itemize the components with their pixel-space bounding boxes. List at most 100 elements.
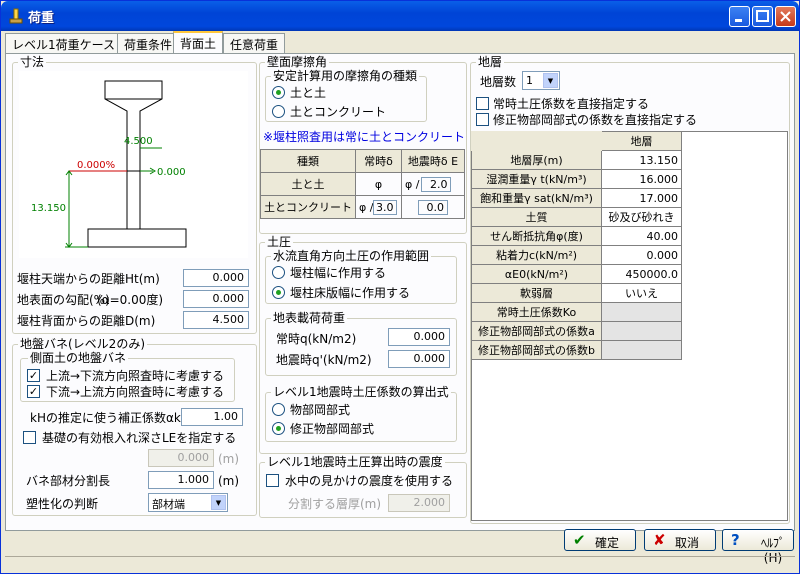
le-checkbox-label: 基礎の有効根入れ深さLEを指定する bbox=[42, 431, 237, 445]
title-bar[interactable]: 荷重 bbox=[1, 1, 799, 31]
strata-row-value[interactable]: 16.000 bbox=[601, 169, 682, 189]
ok-button[interactable]: ✔ 確定 bbox=[564, 529, 636, 551]
friction-row2-quake: 0.0 bbox=[401, 195, 465, 219]
slope-input[interactable]: 0.000 bbox=[183, 290, 249, 308]
soil-soil-radio[interactable] bbox=[272, 86, 285, 99]
friction-row1-normal: φ bbox=[355, 172, 402, 196]
strata-count-value: 1 bbox=[526, 74, 533, 87]
downstream-label: 下流→上流方向照査時に考慮する bbox=[46, 385, 225, 399]
strata-row: 土質 砂及び砂れき bbox=[471, 207, 682, 227]
strata-row-label: せん断抵抗角φ(度) bbox=[471, 226, 602, 246]
strata-row-value[interactable]: 0.000 bbox=[601, 245, 682, 265]
q-label: 常時q(kN/m2) bbox=[276, 332, 357, 346]
width-dimension-label: 4.500 bbox=[124, 136, 153, 147]
strata-count-select[interactable]: 1 ▼ bbox=[522, 71, 560, 90]
strata-row: 粘着力c(kN/m²) 0.000 bbox=[471, 245, 682, 265]
mononobe-radio[interactable] bbox=[272, 403, 285, 416]
strata-row-value[interactable]: 砂及び砂れき bbox=[601, 207, 682, 227]
strata-row-label: 軟弱層 bbox=[471, 283, 602, 303]
height-dimension-label: 13.150 bbox=[31, 203, 66, 214]
friction-row2-normal-prefix: φ / bbox=[359, 200, 374, 214]
mononobe-label: 物部岡部式 bbox=[290, 403, 351, 417]
soil-concrete-radio[interactable] bbox=[272, 105, 285, 118]
friction-header-quake: 地震時δ E bbox=[401, 149, 465, 173]
modified-mononobe-radio[interactable] bbox=[272, 422, 285, 435]
pressure-group-label: 土圧 bbox=[265, 235, 294, 249]
plastic-label: 塑性化の判断 bbox=[26, 497, 99, 511]
apparent-seismic-checkbox[interactable] bbox=[266, 474, 279, 487]
strata-column-header: 地層 bbox=[601, 131, 682, 151]
plastic-select[interactable]: 部材端 ▼ bbox=[148, 493, 228, 512]
strata-row-value[interactable]: 13.150 bbox=[601, 150, 682, 170]
strata-row-value[interactable]: いいえ bbox=[601, 283, 682, 303]
friction-row1-quake-prefix: φ / bbox=[405, 177, 420, 191]
pillar-width-radio[interactable] bbox=[272, 266, 285, 279]
le-checkbox[interactable] bbox=[23, 431, 36, 444]
strata-row-value[interactable]: 40.00 bbox=[601, 226, 682, 246]
strata-corner-cell bbox=[471, 131, 602, 151]
strata-row-value[interactable] bbox=[601, 340, 682, 360]
chevron-down-icon[interactable]: ▼ bbox=[211, 495, 226, 510]
chevron-down-icon[interactable]: ▼ bbox=[543, 73, 558, 88]
slab-width-label: 堰柱床版幅に作用する bbox=[290, 286, 411, 300]
layer-input[interactable]: 2.000 bbox=[388, 494, 450, 512]
slab-width-radio[interactable] bbox=[272, 286, 285, 299]
q-input[interactable]: 0.000 bbox=[388, 328, 450, 346]
strata-row-value[interactable]: 17.000 bbox=[601, 188, 682, 208]
maximize-icon bbox=[756, 10, 769, 22]
help-icon: ? bbox=[731, 531, 740, 549]
strata-row-label: 地層厚(m) bbox=[471, 150, 602, 170]
ht-input[interactable]: 0.000 bbox=[183, 269, 249, 287]
status-bar bbox=[5, 556, 795, 572]
cancel-button-label: 取消 bbox=[675, 536, 700, 550]
le-unit: (m) bbox=[218, 452, 240, 466]
strata-table: 地層 地層厚(m) 13.150 湿潤重量γ t(kN/m³) 16.000 飽和重量γ… bbox=[471, 131, 682, 360]
tab-panel: 寸法 4.500 0.000% 0.000 13.150 堰柱天端からの距離Ht… bbox=[5, 53, 795, 531]
friction-row1-quake: φ /2.0 bbox=[401, 172, 465, 196]
strata-row: 湿潤重量γ t(kN/m³) 16.000 bbox=[471, 169, 682, 189]
cancel-button[interactable]: ✘ 取消 bbox=[644, 529, 716, 551]
cancel-icon: ✘ bbox=[653, 531, 666, 549]
d-input[interactable]: 4.500 bbox=[183, 311, 249, 329]
slope-dimension-label: 0.000% bbox=[77, 160, 115, 171]
friction-header-type: 種類 bbox=[260, 149, 356, 173]
dimensions-group-label: 寸法 bbox=[18, 55, 47, 69]
qe-input[interactable]: 0.000 bbox=[388, 350, 450, 368]
seismic-group-label: レベル1地震時土圧算出時の震度 bbox=[265, 455, 445, 469]
friction-note: ※堰柱照査用は常に土とコンクリート bbox=[263, 130, 466, 144]
upstream-checkbox[interactable]: ✓ bbox=[27, 369, 40, 382]
maximize-button[interactable] bbox=[752, 6, 773, 27]
split-label: バネ部材分割長 bbox=[26, 474, 111, 488]
strata-row: 常時土圧係数Ko bbox=[471, 302, 682, 322]
alpha-label: (α=0.00度) bbox=[97, 293, 164, 307]
friction-row2-normal-input[interactable]: 3.0 bbox=[373, 199, 398, 215]
split-input[interactable]: 1.000 bbox=[148, 471, 214, 489]
friction-row2-quake-input[interactable]: 0.0 bbox=[418, 199, 448, 215]
downstream-checkbox[interactable]: ✓ bbox=[27, 385, 40, 398]
strata-row: 飽和重量γ sat(kN/m³) 17.000 bbox=[471, 188, 682, 208]
window-title: 荷重 bbox=[28, 11, 55, 26]
ko-direct-checkbox[interactable] bbox=[476, 97, 489, 110]
strata-row-value[interactable] bbox=[601, 321, 682, 341]
tab-arbitrary-load[interactable]: 任意荷重 bbox=[223, 33, 286, 53]
tab-load-conditions[interactable]: 荷重条件 bbox=[117, 33, 180, 53]
ab-direct-label: 修正物部岡部式の係数を直接指定する bbox=[493, 113, 698, 127]
split-unit: (m) bbox=[218, 474, 240, 488]
strata-row-value[interactable] bbox=[601, 302, 682, 322]
ab-direct-checkbox[interactable] bbox=[476, 113, 489, 126]
check-icon: ✔ bbox=[573, 531, 586, 549]
strata-group-label: 地層 bbox=[476, 55, 505, 69]
close-button[interactable] bbox=[775, 6, 796, 27]
le-input[interactable]: 0.000 bbox=[148, 449, 214, 467]
help-button[interactable]: ? ﾍﾙﾌﾟ(H) bbox=[722, 529, 794, 565]
surcharge-group-label: 地表載荷荷重 bbox=[271, 311, 348, 325]
kh-input[interactable]: 1.00 bbox=[181, 408, 243, 426]
strata-row-value[interactable]: 450000.0 bbox=[601, 264, 682, 284]
minimize-button[interactable] bbox=[729, 6, 750, 27]
strata-row: 地層厚(m) 13.150 bbox=[471, 150, 682, 170]
friction-row1-quake-input[interactable]: 2.0 bbox=[421, 176, 452, 192]
strata-count-label: 地層数 bbox=[480, 75, 517, 89]
strata-row: 修正物部岡部式の係数b bbox=[471, 340, 682, 360]
tab-backfill[interactable]: 背面土 bbox=[173, 31, 224, 54]
tab-level1-load-case[interactable]: レベル1荷重ケース bbox=[5, 33, 123, 53]
